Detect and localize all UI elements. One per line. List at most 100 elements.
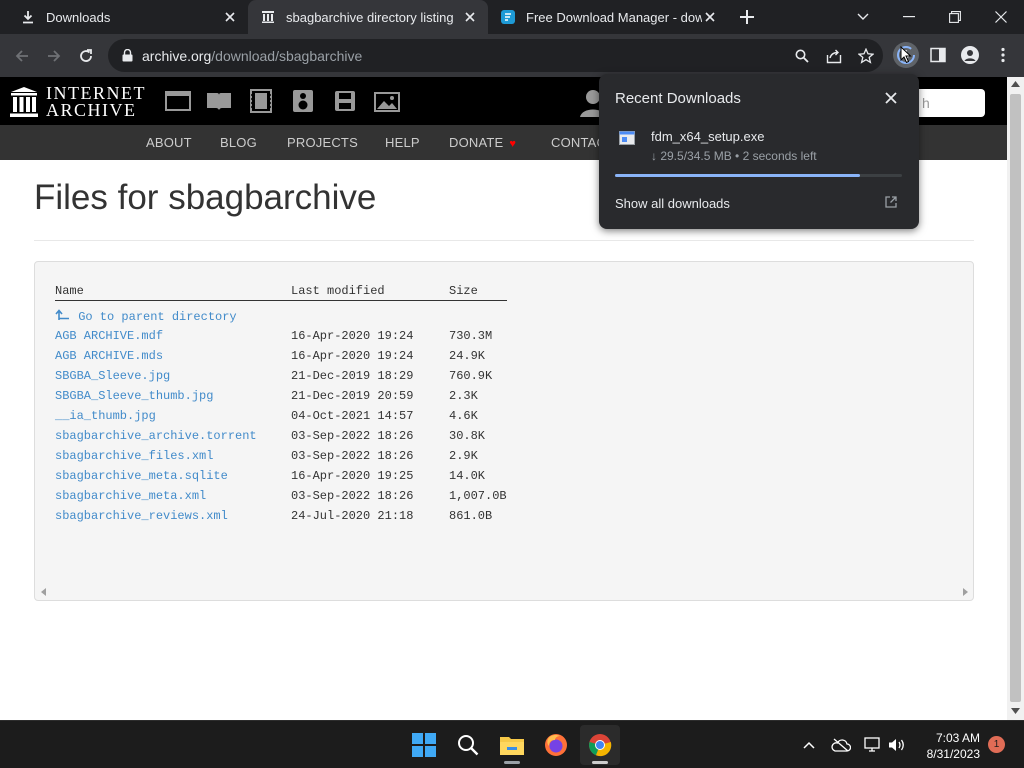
start-button[interactable] [404,725,444,765]
url-host: archive.org [142,47,212,64]
chevron-up-icon [803,741,815,749]
internet-archive-logo-icon [10,87,38,117]
tab-free-download-manager[interactable]: Free Download Manager - downl [488,0,728,34]
close-icon[interactable] [222,9,238,25]
table-row: AGB ARCHIVE.mds 16-Apr-2020 19:24 24.9K [55,346,507,366]
download-progress-bar [615,174,902,177]
file-size-cell: 30.8K [449,429,486,443]
page-title: Files for sbagbarchive [34,178,377,217]
open-external-icon[interactable] [884,195,898,209]
side-panel-icon[interactable] [929,46,947,64]
tab-strip: Downloads sbagbarchive directory listing… [0,0,1024,34]
taskbar-clock[interactable]: 7:03 AM 8/31/2023 [912,730,980,762]
file-link[interactable]: sbagbarchive_meta.sqlite [55,469,228,483]
close-window-button[interactable] [978,0,1024,34]
scroll-up-icon[interactable] [1011,81,1020,87]
nav-contact[interactable]: CONTAC [551,135,606,150]
tab-title: Free Download Manager - downl [526,9,702,25]
show-all-downloads-link[interactable]: Show all downloads [615,196,730,211]
tab-title: sbagbarchive directory listing [286,9,454,25]
audio-icon[interactable] [290,89,316,113]
video-icon[interactable] [248,89,274,113]
restore-button[interactable] [932,0,978,34]
ia-logo[interactable]: INTERNET ARCHIVE [10,84,146,119]
column-header-modified[interactable]: Last modified [291,282,449,301]
profile-icon[interactable] [961,46,979,64]
file-size-cell: 730.3M [449,329,493,343]
nav-help[interactable]: HELP [385,135,420,150]
nav-about[interactable]: ABOUT [146,135,192,150]
texts-icon[interactable] [206,89,232,113]
divider [34,240,974,241]
tab-downloads[interactable]: Downloads [8,0,248,34]
close-icon[interactable] [462,9,478,25]
file-link[interactable]: sbagbarchive_files.xml [55,449,213,463]
table-row: sbagbarchive_reviews.xml 24-Jul-2020 21:1… [55,506,507,526]
file-size-cell: 1,007.0B [449,489,507,503]
volume-icon[interactable] [886,734,908,756]
clock-date: 8/31/2023 [926,747,980,761]
cursor-pointer-icon [897,46,915,64]
firefox-icon [545,734,567,756]
reload-button[interactable] [72,42,100,70]
search-icon[interactable] [793,47,811,65]
tab-sbagbarchive[interactable]: sbagbarchive directory listing [248,0,488,34]
parent-directory-link[interactable]: Go to parent directory [55,309,237,324]
close-icon[interactable] [883,90,899,106]
file-name-cell: sbagbarchive_files.xml [55,446,291,466]
nav-donate[interactable]: DONATE ♥ [449,135,516,150]
file-link[interactable]: AGB ARCHIVE.mds [55,349,163,363]
page-scrollbar[interactable] [1007,77,1024,720]
file-link[interactable]: sbagbarchive_archive.torrent [55,429,257,443]
file-link[interactable]: SBGBA_Sleeve_thumb.jpg [55,389,213,403]
running-indicator [504,761,520,764]
file-link[interactable]: SBGBA_Sleeve.jpg [55,369,170,383]
column-header-name[interactable]: Name [55,282,291,301]
nav-blog[interactable]: BLOG [220,135,257,150]
minimize-button[interactable] [886,0,932,34]
firefox-button[interactable] [536,725,576,765]
scrollbar-thumb[interactable] [1010,94,1021,702]
forward-button[interactable] [40,42,68,70]
file-name-cell: __ia_thumb.jpg [55,406,291,426]
scroll-down-icon[interactable] [1011,708,1020,714]
column-header-size[interactable]: Size [449,282,507,301]
show-hidden-icons-button[interactable] [798,734,820,756]
file-modified-cell: 16-Apr-2020 19:25 [291,469,414,483]
share-icon[interactable] [825,47,843,65]
file-name-cell: AGB ARCHIVE.mdf [55,326,291,346]
file-link[interactable]: __ia_thumb.jpg [55,409,156,423]
bubble-title: Recent Downloads [615,90,741,107]
new-tab-button[interactable] [738,8,756,26]
file-explorer-button[interactable] [492,725,532,765]
table-row: AGB ARCHIVE.mdf 16-Apr-2020 19:24 730.3M [55,326,507,346]
bookmark-star-icon[interactable] [857,47,875,65]
file-modified-cell: 16-Apr-2020 19:24 [291,329,414,343]
tab-search-button[interactable] [840,0,886,34]
network-icon[interactable] [862,734,884,756]
close-icon[interactable] [702,9,718,25]
file-link[interactable]: sbagbarchive_reviews.xml [55,509,228,523]
onedrive-icon[interactable] [830,734,852,756]
file-link[interactable]: sbagbarchive_meta.xml [55,489,206,503]
file-link[interactable]: AGB ARCHIVE.mdf [55,329,163,343]
software-icon[interactable] [332,89,358,113]
restore-icon [949,11,961,23]
horizontal-scrollbar[interactable] [35,584,973,600]
arrow-left-icon [15,50,28,62]
chrome-icon [589,734,612,757]
scroll-right-icon[interactable] [961,588,969,596]
taskbar-search-button[interactable] [448,725,488,765]
download-filename[interactable]: fdm_x64_setup.exe [651,129,764,144]
web-icon[interactable] [165,89,191,113]
kebab-menu-icon[interactable] [994,46,1012,64]
notification-badge[interactable]: 1 [988,736,1005,753]
address-bar[interactable]: archive.org/download/sbagbarchive [108,39,883,72]
file-modified-cell: 03-Sep-2022 18:26 [291,429,414,443]
chrome-button[interactable] [580,725,620,765]
scroll-left-icon[interactable] [40,588,48,596]
file-table: Name Last modified Size Go to parent dir… [55,282,507,526]
nav-projects[interactable]: PROJECTS [287,135,358,150]
back-button[interactable] [8,42,36,70]
images-icon[interactable] [374,89,400,113]
